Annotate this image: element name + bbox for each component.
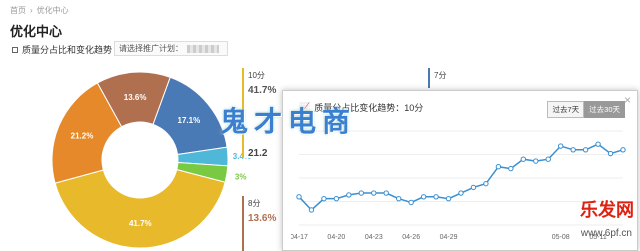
trend-point[interactable] bbox=[445, 195, 452, 202]
trend-point[interactable] bbox=[308, 207, 315, 213]
score-card-8[interactable]: 8分 13.6% bbox=[242, 196, 282, 251]
trend-point[interactable] bbox=[433, 194, 439, 200]
brand-logo: 乐发网 bbox=[580, 200, 634, 221]
watermark-text: 鬼才电商 bbox=[220, 105, 357, 138]
x-tick-label: 04-20 bbox=[327, 234, 345, 241]
x-tick-label: 04-26 bbox=[402, 234, 420, 241]
past-7-days-button[interactable]: 过去7天 bbox=[547, 101, 585, 118]
trend-point[interactable] bbox=[383, 190, 389, 196]
trend-point[interactable] bbox=[533, 158, 539, 164]
card-accent bbox=[428, 68, 430, 88]
score-card-7[interactable]: 7分 bbox=[428, 68, 608, 88]
pie-slice-label: 17.1% bbox=[178, 116, 201, 125]
trend-point[interactable] bbox=[296, 194, 302, 200]
quality-score-pie: 17.1%3.4%3%41.7%21.2%13.6% bbox=[51, 71, 251, 249]
trend-point[interactable] bbox=[395, 195, 402, 202]
trend-point[interactable] bbox=[333, 195, 340, 202]
trend-point[interactable] bbox=[420, 194, 427, 200]
chevron-right-icon: › bbox=[30, 6, 33, 15]
pie-slice-label: 41.7% bbox=[129, 219, 152, 228]
x-tick-label: 04-29 bbox=[440, 234, 458, 241]
pie-slice-label: 21.2% bbox=[71, 131, 94, 140]
past-30-days-button[interactable]: 过去30天 bbox=[584, 101, 625, 118]
close-icon[interactable]: × bbox=[624, 93, 631, 107]
pie-slice-label: 3% bbox=[235, 172, 247, 181]
trend-point[interactable] bbox=[358, 190, 365, 196]
trend-point[interactable] bbox=[371, 190, 377, 196]
card-percent-2: 21.2 bbox=[248, 148, 268, 159]
page: 首页›优化中心 优化中心 质量分占比和变化趋势 请选择推广计划： 17.1%3.… bbox=[0, 0, 640, 251]
trend-point[interactable] bbox=[607, 150, 614, 157]
breadcrumb: 首页 › 优化中心 bbox=[10, 5, 69, 16]
trend-point[interactable] bbox=[346, 192, 352, 198]
trend-point[interactable] bbox=[483, 180, 489, 187]
x-tick-label: 05-08 bbox=[552, 234, 570, 241]
plan-select[interactable]: 请选择推广计划： bbox=[114, 41, 228, 56]
section-header: 质量分占比和变化趋势 bbox=[12, 43, 112, 56]
trend-point[interactable] bbox=[321, 195, 327, 202]
trend-point[interactable] bbox=[620, 147, 626, 153]
trend-point[interactable] bbox=[470, 184, 477, 191]
trend-point[interactable] bbox=[408, 199, 414, 206]
trend-point[interactable] bbox=[557, 143, 564, 149]
trend-point[interactable] bbox=[582, 147, 589, 153]
pie-slice[interactable] bbox=[54, 169, 226, 249]
x-tick-label: 04-23 bbox=[365, 234, 383, 241]
section-label: 质量分占比和变化趋势 bbox=[22, 45, 113, 55]
card-percent: 13.6% bbox=[248, 213, 277, 224]
trend-point[interactable] bbox=[458, 190, 464, 196]
card-score: 8分 bbox=[248, 199, 261, 208]
card-accent bbox=[242, 196, 244, 251]
breadcrumb-home[interactable]: 首页 bbox=[10, 6, 26, 15]
trend-line-chart: 04-17 04-20 04-23 04-26 04-29 05-08 05-11 bbox=[291, 130, 626, 241]
plan-select-value bbox=[187, 44, 219, 53]
trend-point[interactable] bbox=[595, 141, 601, 147]
x-tick-label: 04-17 bbox=[291, 234, 308, 241]
breadcrumb-current: 优化中心 bbox=[36, 6, 69, 15]
trend-point[interactable] bbox=[495, 164, 502, 170]
trend-point[interactable] bbox=[520, 156, 527, 162]
range-toggle: 过去7天 过去30天 bbox=[547, 101, 625, 118]
card-score: 10分 bbox=[248, 71, 265, 80]
card-percent: 41.7% bbox=[248, 85, 277, 96]
pie-slice-label: 13.6% bbox=[124, 93, 147, 102]
trend-point[interactable] bbox=[570, 147, 576, 153]
square-icon bbox=[12, 46, 18, 53]
brand-url: www.6pf.cn bbox=[580, 228, 632, 239]
card-score: 7分 bbox=[434, 71, 447, 80]
page-title: 优化中心 bbox=[10, 24, 63, 39]
trend-point[interactable] bbox=[545, 156, 551, 162]
plan-select-label: 请选择推广计划： bbox=[119, 44, 183, 53]
trend-point[interactable] bbox=[508, 165, 514, 172]
